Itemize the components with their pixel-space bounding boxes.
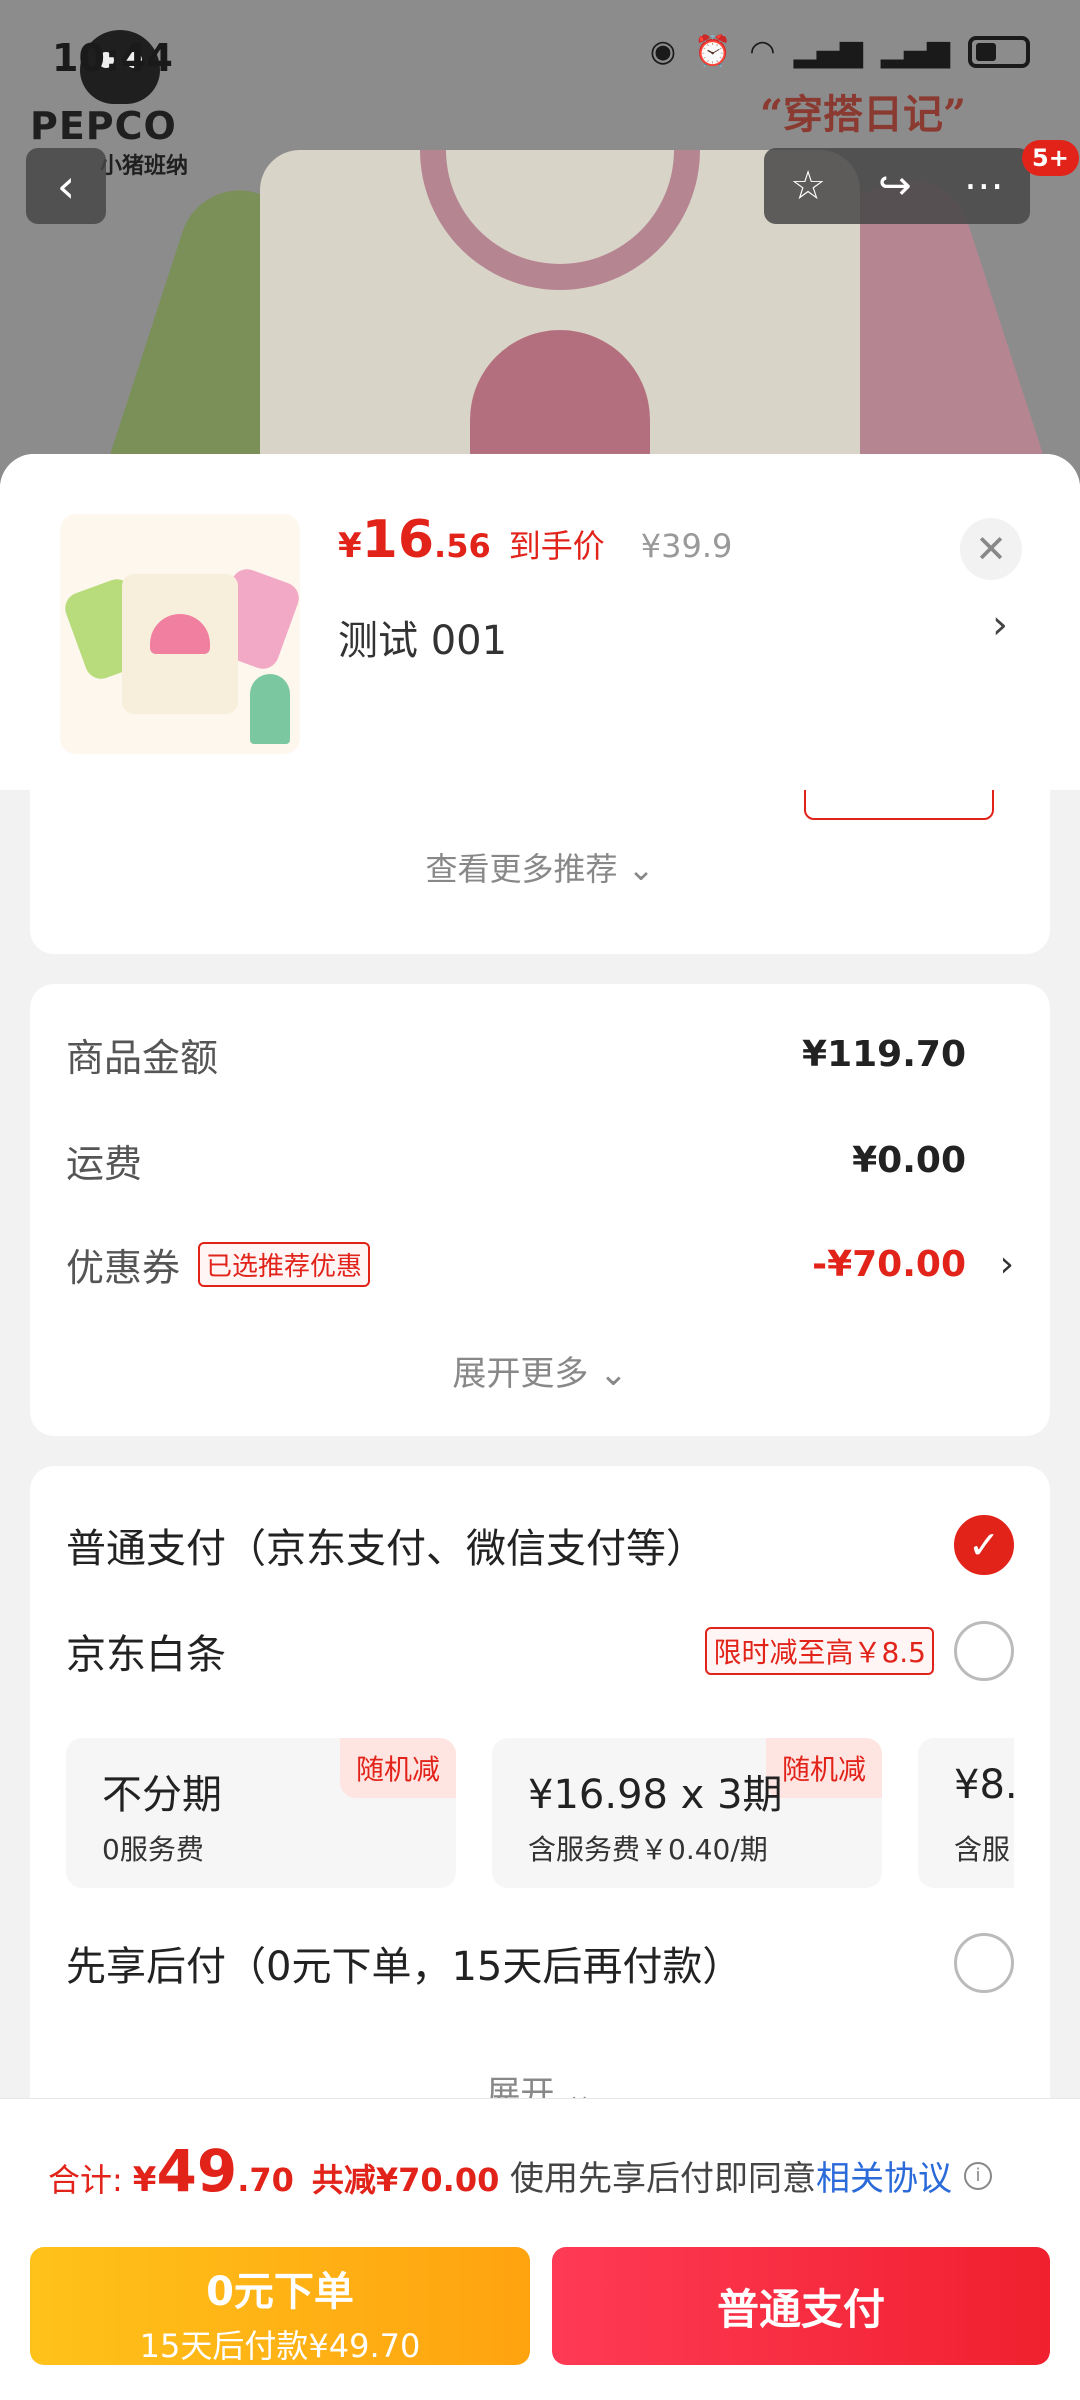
brand-name: PEPCO [30,104,177,148]
total-decimal: .70 [237,2161,294,2199]
expand-more-link[interactable]: 展开更多 ⌄ [30,1346,1050,1395]
zero-order-sub: 15天后付款¥49.70 [139,2327,421,2365]
goods-amount-row: 商品金额 ¥119.70 [66,1024,1014,1084]
pay-later-option[interactable]: 先享后付（0元下单，15天后再付款） [66,1930,1014,1996]
agreement-text: 使用先享后付即同意 [510,2159,816,2199]
checkout-footer: 合计: ¥ 49 .70 共减¥70.00 使用先享后付即同意 相关协议 i 0… [0,2098,1080,2400]
price-summary-card: 商品金额 ¥119.70 运费 ¥0.00 优惠券 已选推荐优惠 -¥70.00… [30,984,1050,1436]
notification-badge: 5+ [1022,140,1079,176]
battery-icon [968,35,1030,68]
total-integer: 49 [156,2137,238,2205]
normal-pay-button[interactable]: 普通支付 [552,2247,1050,2365]
original-price: ¥39.9 [640,527,733,565]
brand-sub: 小猪班纳 [100,154,189,179]
agreement-line: 使用先享后付即同意 相关协议 i [510,2151,992,2200]
normal-pay-label: 普通支付（京东支付、微信支付等） [66,1526,706,1572]
more-recommend-link[interactable]: 查看更多推荐 ⌄ [30,844,1050,890]
eye-icon: ◉ [649,34,677,69]
top-action-group: ☆ ↪ ⋯ [764,148,1030,224]
alarm-icon: ⏰ [694,34,732,69]
installment-plans: 随机减 不分期 0服务费 随机减 ¥16.98 x 3期 含服务费￥0.40/期… [66,1738,1014,1888]
zero-order-button[interactable]: 0元下单 15天后付款¥49.70 [30,2247,530,2365]
pay-later-label: 先享后付（0元下单，15天后再付款） [66,1944,743,1990]
plan-title: ¥8. [954,1762,1014,1808]
share-icon[interactable]: ↪ [878,163,912,209]
plan-title: 不分期 [102,1772,222,1818]
normal-pay-radio[interactable]: ✓ [954,1515,1014,1575]
product-thumbnail[interactable] [60,514,300,754]
price-decimal: .56 [434,527,491,565]
chevron-right-icon: › [999,1243,1014,1285]
wifi-icon: ◠ [749,34,776,69]
pay-later-radio[interactable] [954,1933,1014,1993]
installment-plan-none[interactable]: 随机减 不分期 0服务费 [66,1738,456,1888]
goods-amount-label: 商品金额 [66,1035,219,1080]
status-time: 10:44 [52,36,173,80]
total-line: 合计: ¥ 49 .70 共减¥70.00 [48,2137,499,2205]
info-icon[interactable]: i [964,2161,992,2190]
sheet-header: ¥ 16 .56 到手价 ¥39.9 ✕ 测试 001 › [0,454,1080,790]
baitiao-label: 京东白条 [66,1632,226,1678]
coupon-value: -¥70.00 [812,1243,966,1285]
baitiao-radio[interactable] [954,1621,1014,1681]
close-button[interactable]: ✕ [960,518,1022,580]
coupon-row[interactable]: 优惠券 已选推荐优惠 -¥70.00 › [66,1234,1014,1294]
back-button[interactable]: ‹ [26,148,106,224]
installment-plan-more[interactable]: ¥8. 含服 [918,1738,1014,1888]
selected-spec[interactable]: 测试 001 [338,608,507,666]
baitiao-promo-tag: 限时减至高￥8.5 [705,1627,934,1675]
total-label: 合计: [48,2161,123,2199]
star-icon[interactable]: ☆ [790,163,826,209]
shipping-row: 运费 ¥0.00 [66,1130,1014,1190]
plan-title: ¥16.98 x 3期 [528,1772,783,1818]
price-integer: 16 [361,510,435,570]
price-line: ¥ 16 .56 到手价 ¥39.9 [338,510,732,570]
shipping-label: 运费 [66,1141,143,1186]
chevron-right-icon[interactable]: › [992,602,1008,648]
more-icon[interactable]: ⋯ [964,163,1004,209]
total-discount: 共减¥70.00 [311,2161,500,2199]
random-discount-badge: 随机减 [339,1738,456,1798]
normal-pay-option[interactable]: 普通支付（京东支付、微信支付等） ✓ [66,1512,1014,1578]
status-bar: 10:44 ◉ ⏰ ◠ ▂▄▆ ▂▄▆ [0,0,1080,110]
installment-plan-3[interactable]: 随机减 ¥16.98 x 3期 含服务费￥0.40/期 [492,1738,882,1888]
signal-4g-icon-2: ▂▄▆ [880,34,950,69]
coupon-label: 优惠券 [66,1245,181,1290]
coupon-tag: 已选推荐优惠 [198,1241,371,1287]
signal-4g-icon: ▂▄▆ [793,34,863,69]
random-discount-badge: 随机减 [765,1738,882,1798]
thumb-palm [250,674,290,744]
total-currency: ¥ [132,2160,157,2200]
close-icon: ✕ [975,527,1007,571]
plan-sub: 含服务费￥0.40/期 [528,1833,768,1866]
baitiao-option[interactable]: 京东白条 限时减至高￥8.5 [66,1618,1014,1684]
plan-sub: 0服务费 [102,1833,204,1866]
agreement-link[interactable]: 相关协议 [816,2151,952,2200]
plan-sub: 含服 [954,1833,1011,1866]
zero-order-title: 0元下单 [206,2269,354,2315]
shipping-value: ¥0.00 [852,1139,966,1181]
price-tag: 到手价 [508,527,605,565]
price-currency: ¥ [338,526,362,566]
goods-amount-value: ¥119.70 [802,1033,966,1075]
chevron-left-icon: ‹ [56,159,76,213]
payment-method-card: 普通支付（京东支付、微信支付等） ✓ 京东白条 限时减至高￥8.5 随机减 不分… [30,1466,1050,2146]
